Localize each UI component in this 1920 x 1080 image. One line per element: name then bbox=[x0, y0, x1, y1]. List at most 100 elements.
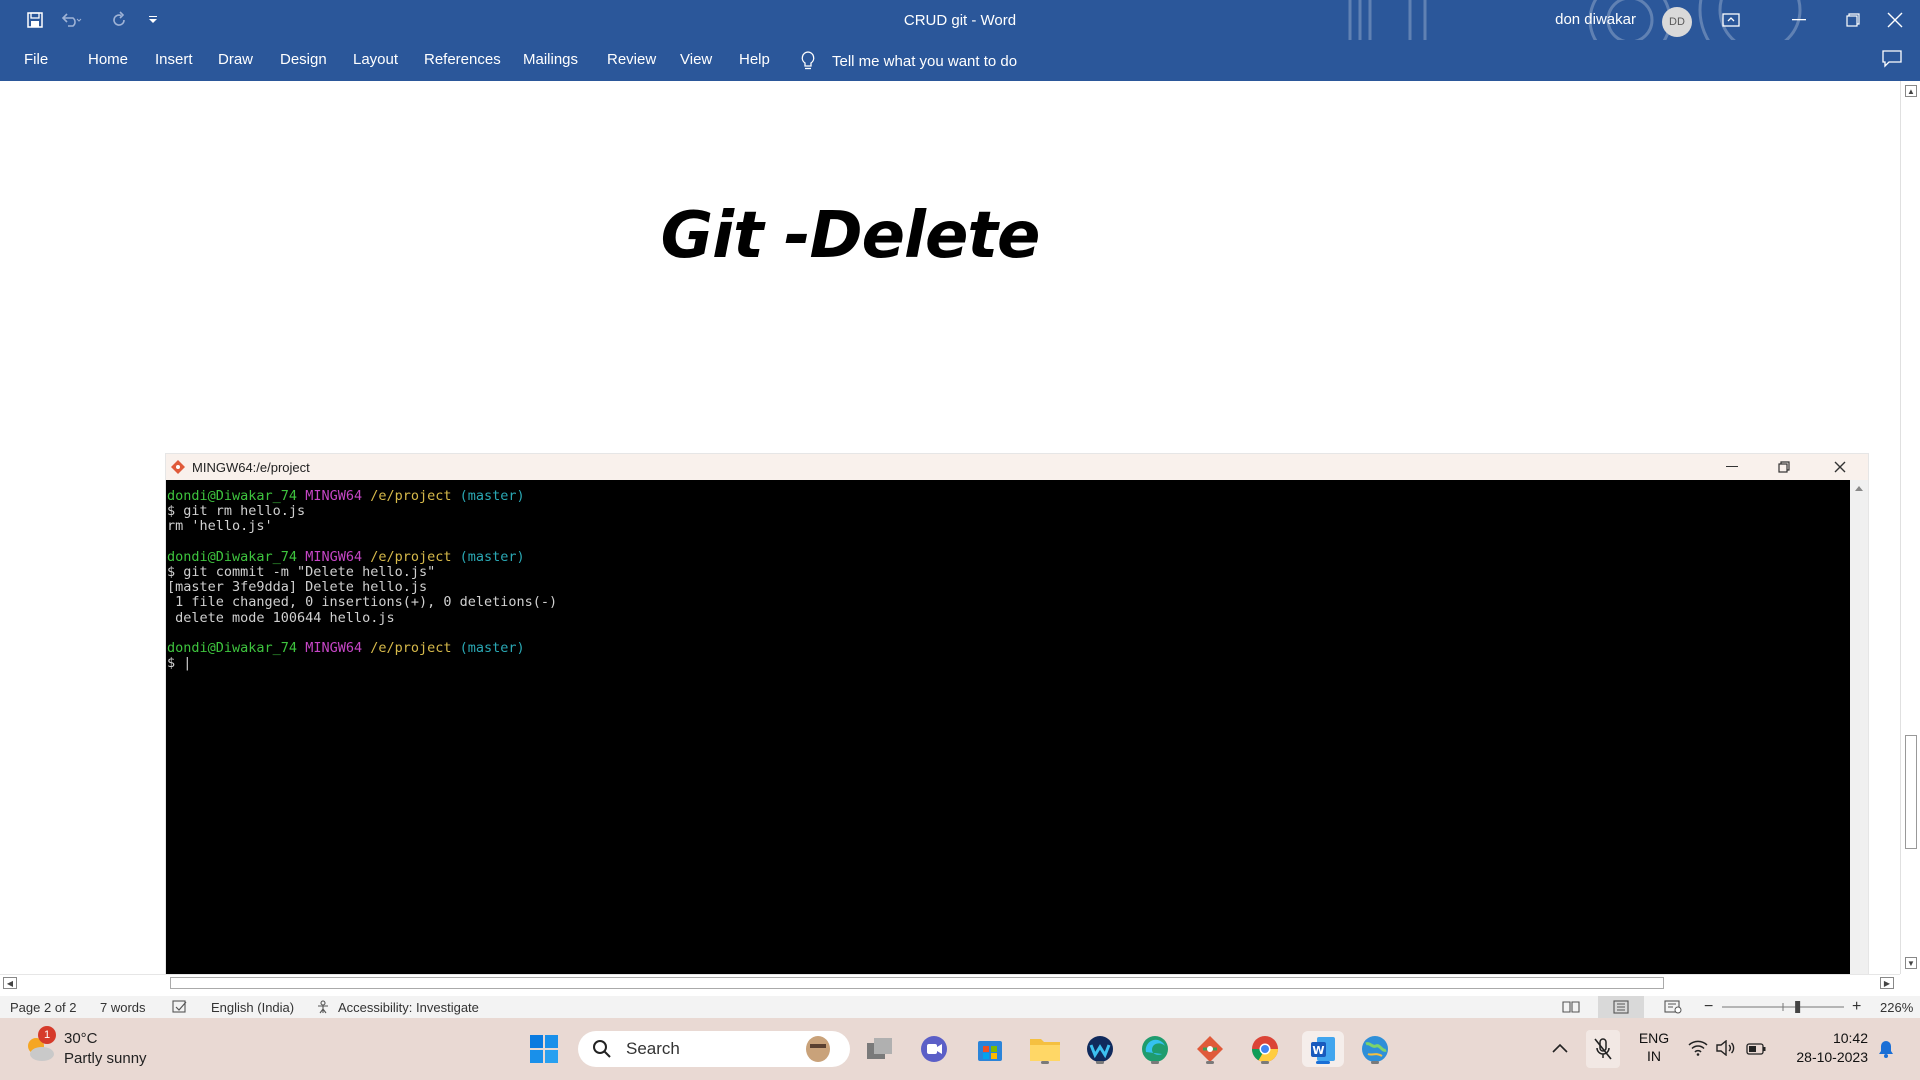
task-view-icon[interactable] bbox=[862, 1031, 898, 1067]
terminal-cursor-line: $ | bbox=[167, 655, 192, 672]
globe-app-icon[interactable] bbox=[1357, 1031, 1393, 1067]
zoom-slider[interactable] bbox=[1720, 996, 1846, 1018]
edge-icon[interactable] bbox=[1137, 1031, 1173, 1067]
scroll-up-icon[interactable]: ▲ bbox=[1905, 85, 1917, 97]
zoom-slider-thumb bbox=[1795, 1001, 1801, 1013]
zoom-in-button[interactable]: + bbox=[1852, 998, 1861, 1016]
svg-text:W: W bbox=[1312, 1044, 1324, 1057]
scroll-down-icon[interactable]: ▼ bbox=[1905, 957, 1917, 969]
tab-insert[interactable]: Insert bbox=[155, 51, 193, 68]
prompt-user: dondi@Diwakar_74 bbox=[167, 488, 298, 504]
clock-date: 28-10-2023 bbox=[1796, 1049, 1868, 1065]
active-indicator bbox=[1316, 1061, 1330, 1064]
accessibility-icon[interactable] bbox=[316, 1000, 334, 1017]
tab-mailings[interactable]: Mailings bbox=[523, 51, 578, 68]
start-icon[interactable] bbox=[526, 1031, 562, 1067]
microphone-muted-icon[interactable] bbox=[1586, 1030, 1620, 1068]
tab-review[interactable]: Review bbox=[607, 51, 656, 68]
ribbon-display-options-icon[interactable] bbox=[1706, 0, 1756, 40]
horizontal-scroll-thumb[interactable] bbox=[170, 977, 1664, 989]
tell-me-label: Tell me what you want to do bbox=[832, 52, 1018, 70]
comments-icon[interactable] bbox=[1882, 50, 1902, 73]
close-icon[interactable] bbox=[1870, 0, 1920, 40]
terminal-output-line: [master 3fe9dda] Delete hello.js bbox=[167, 579, 428, 596]
prompt-branch: (master) bbox=[459, 488, 525, 504]
volume-icon[interactable] bbox=[1716, 1039, 1736, 1061]
avatar[interactable]: DD bbox=[1662, 7, 1692, 37]
proofing-icon[interactable] bbox=[172, 1000, 188, 1017]
scroll-right-icon[interactable]: ▶ bbox=[1880, 977, 1894, 989]
region-code: IN bbox=[1647, 1048, 1661, 1064]
weather-temp[interactable]: 30°C bbox=[64, 1030, 98, 1047]
tell-me-search[interactable]: Tell me what you want to do bbox=[800, 51, 1017, 71]
web-layout-icon[interactable] bbox=[1664, 1000, 1682, 1017]
zoom-out-button[interactable]: − bbox=[1704, 998, 1713, 1016]
scroll-left-icon[interactable]: ◀ bbox=[3, 977, 17, 989]
git-icon[interactable] bbox=[1192, 1031, 1228, 1067]
tab-layout[interactable]: Layout bbox=[353, 51, 398, 68]
weather-icon[interactable]: 1 bbox=[22, 1026, 62, 1068]
battery-icon[interactable] bbox=[1746, 1042, 1766, 1060]
file-explorer-icon[interactable] bbox=[1027, 1031, 1063, 1067]
terminal-output: dondi@Diwakar_74 MINGW64 /e/project (mas… bbox=[166, 480, 1852, 974]
clock-time: 10:42 bbox=[1832, 1030, 1868, 1046]
language-code: ENG bbox=[1638, 1030, 1670, 1046]
webex-icon[interactable] bbox=[1082, 1031, 1118, 1067]
taskbar-search[interactable]: Search bbox=[578, 1031, 850, 1067]
search-highlight-icon bbox=[806, 1036, 830, 1062]
wifi-icon[interactable] bbox=[1688, 1040, 1708, 1061]
prompt-branch: (master) bbox=[459, 640, 525, 657]
tab-references[interactable]: References bbox=[424, 51, 501, 68]
prompt-user: dondi@Diwakar_74 bbox=[167, 640, 298, 657]
tab-draw[interactable]: Draw bbox=[218, 51, 253, 68]
input-language[interactable]: ENG IN bbox=[1636, 1030, 1672, 1064]
chrome-icon[interactable] bbox=[1247, 1031, 1283, 1067]
running-indicator bbox=[1151, 1061, 1159, 1064]
terminal-restore-icon bbox=[1778, 461, 1790, 473]
document-canvas[interactable]: Git -Delete MINGW64:/e/project dondi@Diw… bbox=[0, 81, 1900, 974]
page-count[interactable]: Page 2 of 2 bbox=[10, 1000, 77, 1015]
zoom-level[interactable]: 226% bbox=[1880, 1000, 1913, 1015]
terminal-command: $ git rm hello.js bbox=[167, 503, 306, 520]
document-heading[interactable]: Git -Delete bbox=[0, 199, 1700, 273]
running-indicator bbox=[1261, 1061, 1269, 1064]
title-bar: CRUD git - Word don diwakar DD bbox=[0, 0, 1920, 72]
read-mode-icon[interactable] bbox=[1562, 1000, 1580, 1017]
search-icon bbox=[593, 1040, 611, 1058]
show-hidden-icons-icon[interactable] bbox=[1552, 1040, 1568, 1058]
search-label: Search bbox=[626, 1039, 680, 1058]
system-clock[interactable]: 10:42 28-10-2023 bbox=[1782, 1030, 1868, 1065]
weather-desc[interactable]: Partly sunny bbox=[64, 1050, 147, 1067]
word-count[interactable]: 7 words bbox=[100, 1000, 146, 1015]
language[interactable]: English (India) bbox=[211, 1000, 294, 1015]
running-indicator bbox=[1371, 1061, 1379, 1064]
terminal-output-line: 1 file changed, 0 insertions(+), 0 delet… bbox=[167, 594, 558, 611]
minimize-icon[interactable] bbox=[1774, 0, 1824, 40]
prompt-branch: (master) bbox=[459, 548, 525, 565]
lightbulb-icon bbox=[801, 51, 815, 70]
teams-chat-icon[interactable] bbox=[916, 1031, 952, 1067]
weather-badge: 1 bbox=[38, 1026, 56, 1044]
prompt-user: dondi@Diwakar_74 bbox=[167, 548, 298, 565]
store-icon[interactable] bbox=[972, 1031, 1008, 1067]
terminal-minimize-icon bbox=[1726, 466, 1738, 467]
tab-view[interactable]: View bbox=[680, 51, 712, 68]
notification-bell-icon[interactable] bbox=[1878, 1040, 1894, 1063]
print-layout-icon[interactable] bbox=[1598, 996, 1644, 1018]
prompt-env: MINGW64 bbox=[305, 640, 363, 657]
running-indicator bbox=[1096, 1061, 1104, 1064]
terminal-output-line: rm 'hello.js' bbox=[167, 518, 273, 535]
tab-home[interactable]: Home bbox=[88, 51, 128, 68]
terminal-screenshot: MINGW64:/e/project dondi@Diwakar_74 MING… bbox=[165, 453, 1869, 974]
word-taskbar-icon[interactable]: W bbox=[1302, 1031, 1344, 1067]
git-bash-icon bbox=[171, 460, 185, 474]
tab-help[interactable]: Help bbox=[739, 51, 770, 68]
prompt-path: /e/project bbox=[370, 640, 452, 657]
vertical-scrollbar[interactable]: ▲ ▼ bbox=[1900, 81, 1920, 974]
tab-design[interactable]: Design bbox=[280, 51, 327, 68]
user-name[interactable]: don diwakar bbox=[1555, 11, 1636, 28]
vertical-scroll-thumb[interactable] bbox=[1905, 735, 1917, 849]
accessibility-status[interactable]: Accessibility: Investigate bbox=[338, 1000, 479, 1015]
horizontal-scrollbar[interactable]: ◀ ▶ bbox=[0, 974, 1900, 990]
tab-file[interactable]: File bbox=[24, 51, 48, 68]
